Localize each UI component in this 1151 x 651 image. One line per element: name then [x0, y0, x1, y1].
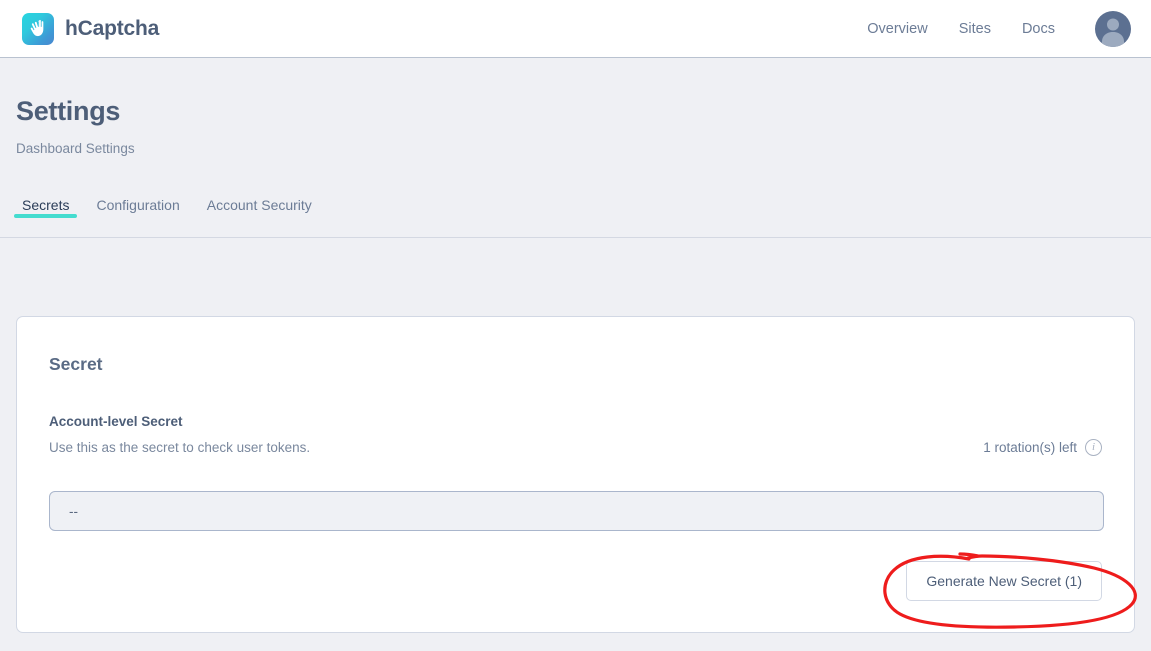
- card-actions: Generate New Secret (1): [906, 561, 1102, 601]
- info-circle-icon[interactable]: i: [1085, 439, 1102, 456]
- rotation-info-group: 1 rotation(s) left i: [983, 439, 1102, 456]
- card-title: Secret: [49, 354, 103, 374]
- secret-help-text: Use this as the secret to check user tok…: [49, 440, 311, 455]
- tab-secrets[interactable]: Secrets: [13, 186, 79, 218]
- nav-sites[interactable]: Sites: [959, 21, 991, 37]
- hcaptcha-hand-logo-icon: [22, 12, 54, 45]
- page-subtitle: Dashboard Settings: [16, 141, 135, 156]
- tab-account-security[interactable]: Account Security: [206, 186, 313, 213]
- page-title: Settings: [16, 96, 121, 126]
- tab-list: Secrets Configuration Account Security: [0, 186, 1151, 237]
- secret-value-input[interactable]: [49, 491, 1104, 531]
- secret-card: Secret Account-level Secret Use this as …: [16, 316, 1135, 633]
- brand-logo-link[interactable]: hCaptcha: [22, 12, 160, 45]
- account-level-secret-label: Account-level Secret: [49, 414, 183, 429]
- top-header-bar: hCaptcha Overview Sites Docs: [0, 0, 1151, 58]
- user-avatar[interactable]: [1095, 10, 1131, 47]
- tab-configuration[interactable]: Configuration: [95, 186, 180, 213]
- rotation-count-text: 1 rotation(s) left: [983, 440, 1077, 455]
- page-heading-block: Settings Dashboard Settings: [0, 58, 1151, 156]
- top-navigation: Overview Sites Docs: [867, 10, 1131, 47]
- generate-new-secret-button[interactable]: Generate New Secret (1): [906, 561, 1102, 601]
- nav-overview[interactable]: Overview: [867, 21, 927, 37]
- nav-docs[interactable]: Docs: [1022, 21, 1055, 37]
- secret-help-row: Use this as the secret to check user tok…: [49, 439, 1102, 456]
- brand-name-text: hCaptcha: [65, 16, 160, 40]
- settings-tab-bar: Secrets Configuration Account Security: [0, 186, 1151, 238]
